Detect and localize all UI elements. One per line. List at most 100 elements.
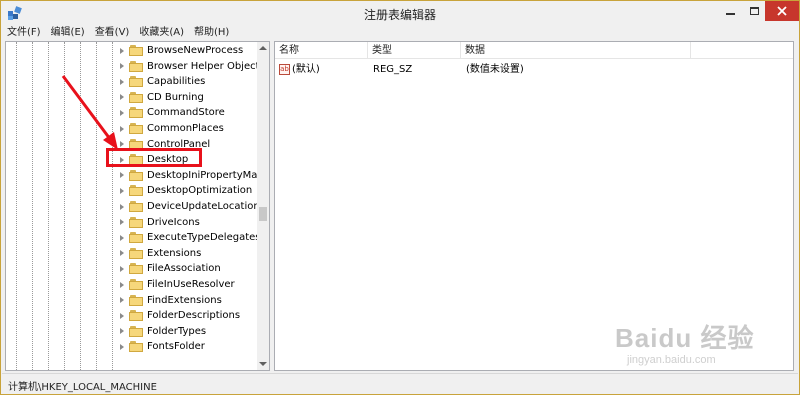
expand-arrow-icon[interactable] [118, 265, 126, 273]
tree-item-label: FolderTypes [147, 325, 207, 337]
tree-item-label: BrowseNewProcess [147, 45, 244, 56]
tree-item[interactable]: FolderDescriptions [118, 308, 240, 323]
expand-arrow-icon[interactable] [118, 187, 126, 195]
registry-key-tree[interactable]: BrowseNewProcess Browser Helper Objects Ca… [5, 41, 270, 371]
tree-item[interactable]: DriveIcons [118, 215, 200, 230]
expand-arrow-icon[interactable] [118, 62, 126, 70]
scroll-down-icon[interactable] [259, 362, 267, 366]
value-data: (数值未设置) [466, 64, 524, 75]
folder-icon [129, 45, 143, 56]
expand-arrow-icon[interactable] [118, 312, 126, 320]
tree-item-label: DeviceUpdateLocations [147, 201, 265, 212]
scroll-thumb[interactable] [259, 207, 267, 221]
folder-icon [129, 201, 143, 212]
expand-arrow-icon[interactable] [118, 249, 126, 257]
folder-icon [129, 169, 143, 181]
expand-arrow-icon[interactable] [118, 78, 126, 86]
tree-guide-line [96, 42, 97, 370]
folder-icon [129, 185, 143, 197]
tree-item-label: DriveIcons [147, 216, 200, 228]
folder-icon [129, 123, 143, 134]
tree-item[interactable]: CD Burning [118, 90, 204, 105]
close-button[interactable] [765, 1, 799, 21]
tree-item[interactable]: FindExtensions [118, 293, 222, 308]
tree-item[interactable]: DesktopIniPropertyMap [118, 168, 264, 183]
folder-icon [129, 247, 143, 259]
folder-icon [129, 341, 143, 353]
status-path: 计算机\HKEY_LOCAL_MACHINE [8, 382, 157, 393]
value-type: REG_SZ [373, 64, 413, 75]
tree-guide-line [112, 42, 113, 370]
maximize-button[interactable] [743, 1, 765, 21]
folder-icon [129, 325, 143, 337]
tree-guide-line [16, 42, 17, 370]
scroll-up-icon[interactable] [259, 46, 267, 50]
tree-vertical-scrollbar[interactable] [257, 42, 269, 370]
folder-icon [129, 216, 143, 228]
tree-item[interactable]: Extensions [118, 246, 201, 261]
expand-arrow-icon[interactable] [118, 109, 126, 117]
tree-item[interactable]: CommandStore [118, 105, 225, 120]
window-title: 注册表编辑器 [363, 8, 436, 22]
tree-item-label: FileAssociation [147, 263, 221, 275]
tree-item-label: ExecuteTypeDelegates [147, 232, 261, 244]
tree-item-label: FindExtensions [147, 294, 222, 306]
tree-item[interactable]: FolderTypes [118, 324, 206, 339]
string-value-icon: ab [279, 63, 290, 75]
menu-file[interactable]: 文件(F) [2, 25, 46, 41]
tree-guide-line [32, 42, 33, 370]
tree-item-label: CD Burning [147, 91, 204, 103]
value-row[interactable]: ab (默认) REG_SZ (数值未设置) [275, 62, 793, 78]
tree-item[interactable]: BrowseNewProcess [118, 43, 243, 58]
minimize-button[interactable] [719, 1, 741, 21]
tree-item[interactable]: FileInUseResolver [118, 277, 235, 292]
column-header-name[interactable]: 名称 [275, 42, 368, 59]
tree-item[interactable]: Browser Helper Objects [118, 59, 265, 74]
expand-arrow-icon[interactable] [118, 296, 126, 304]
folder-icon [129, 232, 143, 244]
expand-arrow-icon[interactable] [118, 281, 126, 289]
tree-item-label: Extensions [147, 247, 202, 259]
tree-item[interactable]: Capabilities [118, 74, 205, 89]
watermark-logo-text: Baidu 经验 [615, 323, 755, 353]
column-header-type[interactable]: 类型 [368, 42, 461, 59]
value-name: (默认) [292, 64, 320, 75]
tree-item[interactable]: FileAssociation [118, 261, 221, 276]
tree-item-label: FontsFolder [147, 341, 205, 353]
expand-arrow-icon[interactable] [118, 343, 126, 351]
folder-icon [129, 60, 143, 72]
folder-icon [129, 279, 143, 290]
expand-arrow-icon[interactable] [118, 327, 126, 335]
baidu-watermark: Baidu 经验 jingyan.baidu.com [615, 318, 790, 378]
expand-arrow-icon[interactable] [118, 234, 126, 242]
close-icon [777, 6, 787, 16]
value-name-cell: ab (默认) [279, 62, 320, 78]
folder-icon [129, 107, 143, 119]
highlight-box [106, 148, 202, 167]
tree-guide-line [64, 42, 65, 370]
menu-favorites[interactable]: 收藏夹(A) [134, 25, 189, 41]
menu-help[interactable]: 帮助(H) [189, 25, 234, 41]
list-header: 名称 类型 数据 [275, 42, 793, 59]
expand-arrow-icon[interactable] [118, 47, 126, 55]
tree-item[interactable]: DeviceUpdateLocations [118, 199, 265, 214]
tree-item-label: DesktopOptimization [147, 185, 253, 197]
tree-guide-line [80, 42, 81, 370]
tree-item[interactable]: DesktopOptimization [118, 183, 252, 198]
expand-arrow-icon[interactable] [118, 93, 126, 101]
tree-item[interactable]: CommonPlaces [118, 121, 224, 136]
menu-view[interactable]: 查看(V) [90, 25, 135, 41]
folder-icon [129, 310, 143, 322]
tree-item-label: CommandStore [147, 107, 225, 119]
menu-edit[interactable]: 编辑(E) [46, 25, 90, 41]
folder-icon [129, 76, 143, 88]
column-header-data[interactable]: 数据 [461, 42, 691, 59]
tree-item[interactable]: FontsFolder [118, 339, 205, 354]
tree-item-label: DesktopIniPropertyMap [147, 169, 264, 181]
expand-arrow-icon[interactable] [118, 218, 126, 226]
tree-item[interactable]: ExecuteTypeDelegates [118, 230, 261, 245]
expand-arrow-icon[interactable] [118, 171, 126, 179]
expand-arrow-icon[interactable] [118, 203, 126, 211]
expand-arrow-icon[interactable] [118, 125, 126, 133]
expand-arrow-icon[interactable] [118, 140, 126, 148]
